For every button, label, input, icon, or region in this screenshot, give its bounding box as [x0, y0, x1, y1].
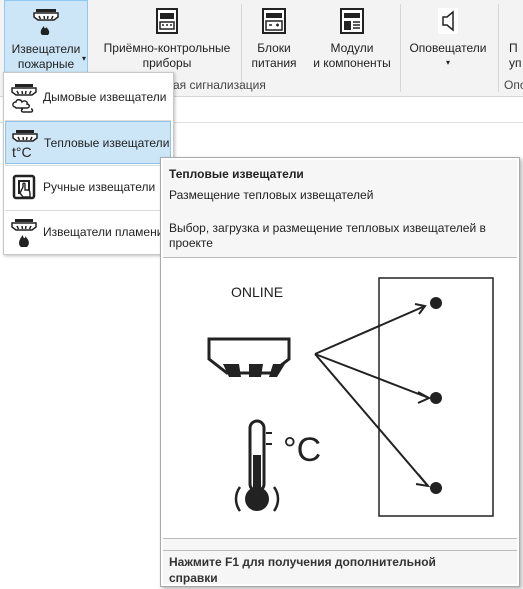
- thermometer-icon: [234, 419, 280, 512]
- power-supplies-button[interactable]: Блоки питания: [248, 0, 300, 78]
- target-point: [430, 482, 442, 494]
- target-point: [430, 297, 442, 309]
- fire-detectors-dropdown: Дымовые извещатели t°C Тепловые извещате…: [3, 72, 174, 255]
- menu-item-manual-call-points[interactable]: Ручные извещатели: [5, 166, 171, 209]
- chevron-down-icon: ▾: [81, 54, 86, 63]
- online-label: ONLINE: [231, 284, 283, 300]
- tooltip-footer: Нажмите F1 для получения дополнительной …: [163, 550, 517, 585]
- menu-item-heat-detectors[interactable]: t°C Тепловые извещатели: [5, 121, 171, 164]
- menu-item-smoke-detectors[interactable]: Дымовые извещатели: [5, 76, 171, 119]
- menu-item-label: Ручные извещатели: [43, 180, 156, 194]
- fire-detectors-button[interactable]: Извещатели пожарные ▾: [4, 0, 88, 78]
- tooltip-illustration: ONLINE °C: [163, 257, 517, 539]
- flame-detector-icon: [11, 219, 37, 247]
- menu-item-label: Дымовые извещатели: [43, 90, 167, 104]
- control-panels-button[interactable]: Приёмно-контрольные приборы: [96, 0, 238, 78]
- ribbon-separator: [498, 4, 499, 92]
- detector-vents-icon: [223, 364, 285, 377]
- notifiers-button[interactable]: Оповещатели ▾: [405, 0, 491, 78]
- heat-detector-illustration: ONLINE °C: [207, 277, 494, 517]
- modules-button[interactable]: Модули и компоненты: [305, 0, 399, 78]
- celsius-label: °C: [283, 431, 321, 469]
- control-panels-label-2: приборы: [142, 56, 192, 70]
- tooltip-subtitle: Размещение тепловых извещателей: [169, 188, 374, 202]
- chevron-down-icon: ▾: [445, 58, 450, 67]
- target-point: [430, 392, 442, 404]
- ribbon-group-label: Опо: [504, 78, 523, 92]
- tooltip-footer-text: Нажмите F1 для получения дополнительной …: [169, 555, 436, 585]
- partial-ribbon-button[interactable]: Пуп: [505, 0, 523, 78]
- tooltip-description: Выбор, загрузка и размещение тепловых из…: [169, 221, 486, 250]
- modules-label-1: Модули: [330, 41, 374, 55]
- control-panel-icon: [156, 8, 178, 34]
- manual-call-point-icon: [12, 174, 36, 200]
- heat-detector-icon: t°C: [12, 130, 38, 159]
- svg-text:t°C: t°C: [12, 144, 32, 159]
- power-supplies-label-1: Блоки: [257, 41, 291, 55]
- ribbon-group-label: ая сигнализация: [173, 78, 266, 92]
- speaker-icon: [438, 8, 458, 34]
- control-panels-label-1: Приёмно-контрольные: [103, 41, 231, 55]
- menu-item-label: Извещатели пламени: [43, 225, 164, 239]
- partial-label-2: уп: [509, 56, 522, 70]
- ribbon-separator: [400, 4, 401, 92]
- partial-label-1: П: [509, 41, 518, 55]
- notifiers-label-1: Оповещатели: [409, 41, 487, 55]
- menu-item-label: Тепловые извещатели: [44, 136, 170, 150]
- tooltip-title: Тепловые извещатели: [169, 167, 304, 181]
- modules-label-2: и компоненты: [313, 56, 391, 70]
- smoke-detector-icon: [11, 84, 37, 113]
- power-supplies-label-2: питания: [251, 56, 297, 70]
- power-supply-icon: [262, 8, 286, 34]
- fire-detectors-label-2: пожарные: [17, 57, 75, 71]
- menu-item-flame-detectors[interactable]: Извещатели пламени: [5, 211, 171, 254]
- fire-detectors-label-1: Извещатели: [11, 42, 81, 56]
- heat-detectors-tooltip: Тепловые извещатели Размещение тепловых …: [160, 157, 520, 587]
- module-icon: [340, 8, 364, 34]
- fire-detector-icon: [33, 9, 59, 35]
